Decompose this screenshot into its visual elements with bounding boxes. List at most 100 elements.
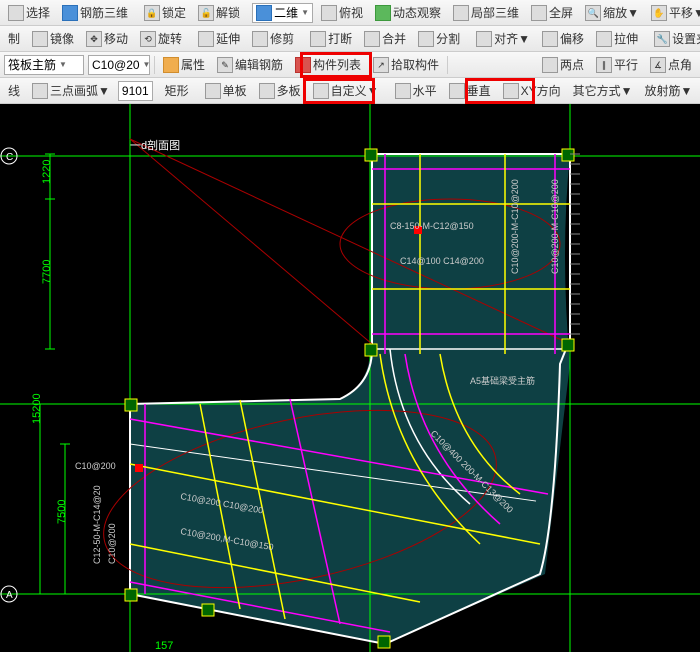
single-label: 单板 xyxy=(223,82,247,99)
fixture-button[interactable]: 🔧设置夹点 xyxy=(649,28,700,50)
square-icon xyxy=(256,5,272,21)
editrebar-button[interactable]: ✎编辑钢筋 xyxy=(212,54,288,76)
parallel-icon: ∥ xyxy=(596,57,612,73)
cad-viewport[interactable]: 1220 7700 15200 7500 157 C A xyxy=(0,104,700,652)
stretch-label: 拉伸 xyxy=(614,30,638,47)
rebar3d-label: 钢筋三维 xyxy=(80,4,128,21)
zoom-label: 缩放 xyxy=(603,4,627,21)
lock-label: 锁定 xyxy=(162,4,186,21)
horiz-button[interactable]: 水平 xyxy=(390,80,442,102)
parallel-button[interactable]: ∥平行 xyxy=(591,54,643,76)
align-icon xyxy=(476,31,492,47)
select-button[interactable]: 选择 xyxy=(3,2,55,24)
vert-button[interactable]: 垂直 xyxy=(444,80,496,102)
horiz-icon xyxy=(395,83,411,99)
arc3-button[interactable]: 三点画弧▼ xyxy=(27,80,115,102)
copy-label: 制 xyxy=(8,30,20,47)
trim-button[interactable]: 修剪 xyxy=(247,28,299,50)
vert-label: 垂直 xyxy=(467,82,491,99)
chevron-down-icon: ▼ xyxy=(627,6,639,20)
offset-button[interactable]: 偏移 xyxy=(537,28,589,50)
move-label: 移动 xyxy=(104,30,128,47)
unlock-label: 解锁 xyxy=(216,4,240,21)
rebar-type-label: 筏板主筋 xyxy=(8,56,56,73)
dotangle-button[interactable]: ∡点角 xyxy=(645,54,697,76)
zoom-button[interactable]: 🔍缩放▼ xyxy=(580,2,644,24)
merge-icon xyxy=(364,31,380,47)
unlock-button[interactable]: 🔓解锁 xyxy=(193,2,245,24)
line-label: 线 xyxy=(8,82,20,99)
mirror-icon xyxy=(32,31,48,47)
chevron-down-icon: ▼ xyxy=(681,84,693,98)
pick-icon: ↗ xyxy=(373,57,389,73)
mirror-label: 镜像 xyxy=(50,30,74,47)
vert-icon xyxy=(449,83,465,99)
wrench-icon: 🔧 xyxy=(654,31,670,47)
view2d-label: 二维 xyxy=(274,4,298,21)
xydir-button[interactable]: XY方向 xyxy=(498,80,566,102)
dotangle-label: 点角 xyxy=(668,56,692,73)
align-label: 对齐 xyxy=(494,30,518,47)
single-button[interactable]: 单板 xyxy=(200,80,252,102)
rebar3d-button[interactable]: 钢筋三维 xyxy=(57,2,133,24)
rebar-type-dropdown[interactable]: 筏板主筋▼ xyxy=(4,55,84,75)
stretch-button[interactable]: 拉伸 xyxy=(591,28,643,50)
othermode-button[interactable]: 其它方式▼ xyxy=(568,80,638,102)
local3d-label: 局部三维 xyxy=(471,4,519,21)
line-button[interactable]: 线 xyxy=(3,80,25,102)
rotate-button[interactable]: ⟲旋转 xyxy=(135,28,187,50)
pan-button[interactable]: ✋平移▼ xyxy=(646,2,700,24)
align-button[interactable]: 对齐▼ xyxy=(471,28,535,50)
merge-button[interactable]: 合并 xyxy=(359,28,411,50)
pickcomp-button[interactable]: ↗拾取构件 xyxy=(368,54,444,76)
twopoint-button[interactable]: 两点 xyxy=(537,54,589,76)
complist-label: 构件列表 xyxy=(313,56,361,73)
rebar-text-8b: C10@200 xyxy=(107,523,117,564)
topview-button[interactable]: 俯视 xyxy=(316,2,368,24)
rebar-text-7: C10@200 xyxy=(75,461,116,471)
rebar-text-4: A5基础梁受主筋 xyxy=(470,375,535,386)
topview-label: 俯视 xyxy=(339,4,363,21)
rebar-text-2: C14@100 C14@200 xyxy=(400,256,484,266)
split-icon xyxy=(418,31,434,47)
lock-button[interactable]: 🔒锁定 xyxy=(139,2,191,24)
multi-button[interactable]: 多板 xyxy=(254,80,306,102)
extend-button[interactable]: 延伸 xyxy=(193,28,245,50)
rect-button[interactable]: 矩形 xyxy=(160,80,194,102)
props-label: 属性 xyxy=(181,56,205,73)
axis-c: C xyxy=(6,152,13,163)
break-button[interactable]: 打断 xyxy=(305,28,357,50)
local3d-button[interactable]: 局部三维 xyxy=(448,2,524,24)
dim-7700: 7700 xyxy=(41,260,53,284)
rect-label: 矩形 xyxy=(165,82,189,99)
editrebar-label: 编辑钢筋 xyxy=(235,56,283,73)
props-icon xyxy=(163,57,179,73)
dim-7500: 7500 xyxy=(56,500,68,524)
trim-label: 修剪 xyxy=(270,30,294,47)
section-title: 一d剖面图 xyxy=(130,138,180,152)
xy-icon xyxy=(503,83,519,99)
view2d-dropdown[interactable]: 二维▼ xyxy=(252,3,313,23)
dynobs-button[interactable]: 动态观察 xyxy=(370,2,446,24)
fullscreen-button[interactable]: 全屏 xyxy=(526,2,578,24)
copy-button[interactable]: 制 xyxy=(3,28,25,50)
split-button[interactable]: 分割 xyxy=(413,28,465,50)
rebar-text-1: C8-150-M-C12@150 xyxy=(390,221,474,231)
chevron-down-icon: ▼ xyxy=(98,84,110,98)
props-button[interactable]: 属性 xyxy=(158,54,210,76)
rebar-text-3b: C10@200-M-C10@200 xyxy=(550,179,560,274)
num-input[interactable]: 9101 xyxy=(118,81,153,101)
mirror-button[interactable]: 镜像 xyxy=(27,28,79,50)
angle-icon: ∡ xyxy=(650,57,666,73)
dynobs-label: 动态观察 xyxy=(393,4,441,21)
custom-button[interactable]: 自定义▼ xyxy=(308,80,384,102)
pickcomp-label: 拾取构件 xyxy=(391,56,439,73)
rebar-spec-dropdown[interactable]: C10@20▼ xyxy=(88,55,150,75)
cube-icon xyxy=(62,5,78,21)
arc3-label: 三点画弧 xyxy=(50,82,98,99)
move-button[interactable]: ✥移动 xyxy=(81,28,133,50)
chevron-down-icon: ▼ xyxy=(143,60,151,69)
complist-button[interactable]: 构件列表 xyxy=(290,54,366,76)
multi-icon xyxy=(259,83,275,99)
radial-button[interactable]: 放射筋▼ xyxy=(640,80,698,102)
